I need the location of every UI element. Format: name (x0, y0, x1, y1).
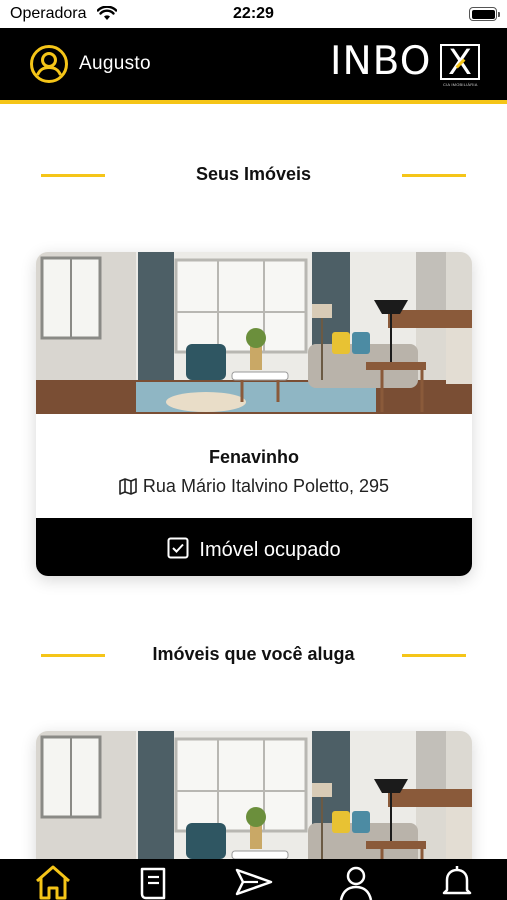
status-bar: Operadora 22:29 (0, 0, 507, 28)
checkbox-checked-icon (167, 537, 189, 559)
address-text: Rua Mário Italvino Poletto, 295 (142, 476, 390, 496)
home-icon (36, 865, 70, 900)
tab-profile[interactable] (334, 864, 378, 900)
property-name: Fenavinho (208, 447, 299, 467)
property-card[interactable]: Fenavinho Rua Mário Italvino Poletto, 29… (36, 252, 472, 576)
user-name[interactable]: Augusto (79, 53, 151, 75)
bottom-tab-bar (0, 859, 507, 900)
tab-notifications[interactable] (435, 864, 479, 900)
tab-home[interactable] (31, 864, 75, 900)
brand-logo: INBO X CIA IMOBILIÁRIA (330, 40, 490, 90)
title-divider-right (402, 174, 466, 177)
tab-send[interactable] (232, 864, 276, 900)
user-avatar-icon[interactable] (29, 44, 69, 84)
property-photo (36, 252, 472, 414)
section-title-my-properties: Seus Imóveis (0, 163, 507, 187)
section-title-rented-properties: Imóveis que você aluga (0, 643, 507, 667)
receipt-icon (140, 867, 166, 900)
property-address: Rua Mário Italvino Poletto, 295 (36, 476, 472, 497)
logo-subtitle: CIA IMOBILIÁRIA (443, 82, 478, 87)
logo-x-box: X (440, 43, 480, 83)
logo-text: INBO (330, 39, 432, 84)
app-header: Augusto INBO X CIA IMOBILIÁRIA (0, 28, 507, 100)
send-icon (235, 868, 273, 896)
map-icon (119, 478, 137, 495)
user-icon (339, 866, 373, 900)
status-text: Imóvel ocupado (199, 539, 341, 561)
tab-receipts[interactable] (132, 864, 176, 900)
bell-icon (442, 866, 472, 895)
title-divider-right (402, 654, 466, 657)
clock: 22:29 (233, 5, 274, 22)
property-status-bar[interactable]: Imóvel ocupado (36, 518, 472, 576)
header-accent-bar (0, 100, 507, 104)
battery-icon (469, 7, 500, 21)
